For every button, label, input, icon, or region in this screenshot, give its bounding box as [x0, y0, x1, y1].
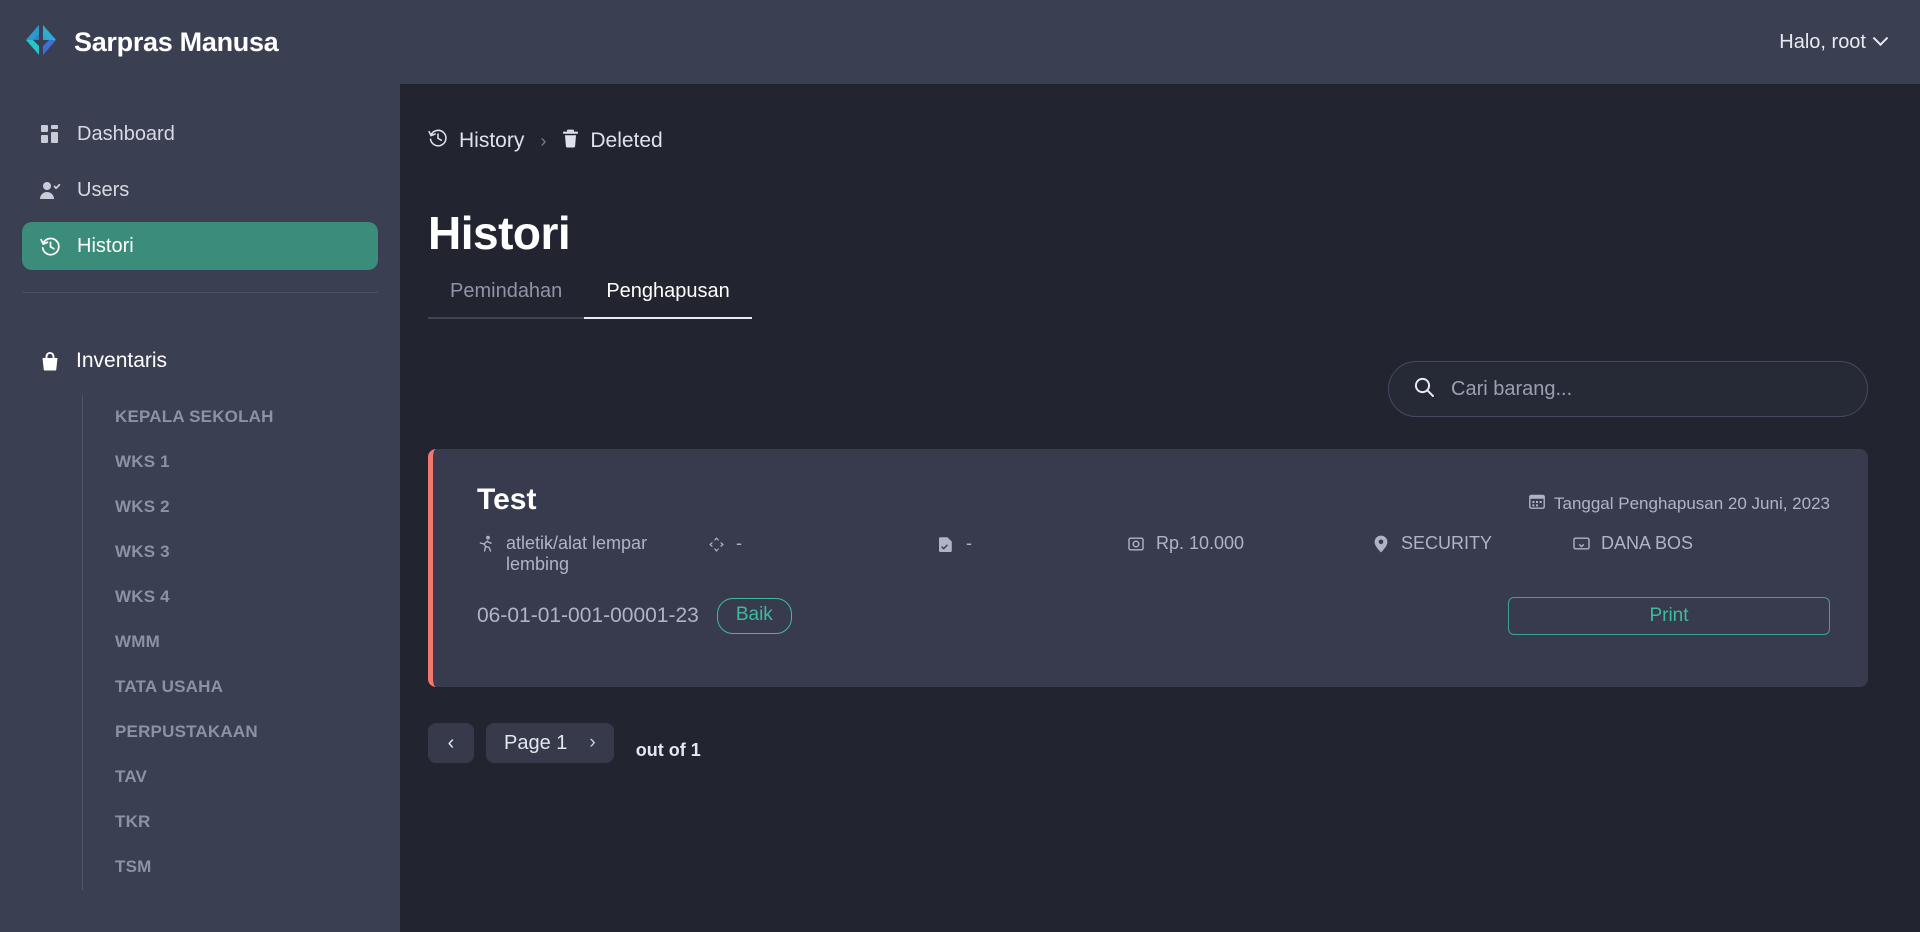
sidebar-item-label: Dashboard — [77, 122, 175, 145]
grid-dashboard-icon — [39, 123, 61, 145]
sidebar-item-label: Histori — [77, 234, 134, 257]
meta-location: SECURITY — [1372, 533, 1572, 554]
sidebar-subitem-wmm[interactable]: WMM — [115, 620, 378, 665]
tab-pemindahan[interactable]: Pemindahan — [428, 270, 585, 319]
card-date-label: Tanggal Penghapusan 20 Juni, 2023 — [1553, 493, 1830, 513]
breadcrumb-separator: › — [540, 130, 547, 151]
sidebar-subitem-wks-4[interactable]: WKS 4 — [115, 575, 378, 620]
print-button[interactable]: Print — [1508, 597, 1830, 635]
sidebar-subitem-tata-usaha[interactable]: TATA USAHA — [115, 665, 378, 710]
document-check-icon — [937, 533, 955, 553]
search-row — [428, 361, 1868, 417]
photo-icon — [1127, 533, 1145, 553]
sidebar-group-label: Inventaris — [76, 349, 168, 372]
running-person-icon — [477, 533, 495, 553]
meta-value: SECURITY — [1401, 533, 1493, 553]
search-input[interactable] — [1451, 377, 1843, 401]
card-meta-row: atletik/alat lempar lembing - - Rp. 10.0… — [477, 533, 1830, 575]
history-clock-icon — [39, 235, 61, 257]
sidebar-subitem-wks-2[interactable]: WKS 2 — [115, 485, 378, 530]
tabs: Pemindahan Penghapusan — [428, 270, 1868, 319]
sidebar-group-inventaris[interactable]: Inventaris — [22, 349, 378, 373]
sidebar-sublist: KEPALA SEKOLAH WKS 1 WKS 2 WKS 3 WKS 4 W… — [82, 395, 378, 890]
breadcrumb-label: History — [459, 129, 525, 152]
bag-icon — [39, 350, 61, 372]
sidebar-item-histori[interactable]: Histori — [22, 222, 378, 270]
brand-name: Sarpras Manusa — [74, 26, 279, 57]
breadcrumb-item-deleted[interactable]: Deleted — [562, 129, 663, 154]
next-page-button[interactable]: › — [589, 732, 595, 754]
app-root: Sarpras Manusa Halo, root Dashboard User… — [0, 0, 1920, 932]
meta-category: atletik/alat lempar lembing — [477, 533, 707, 575]
card-bottom-row: 06-01-01-001-00001-23 Baik Print — [477, 597, 1830, 635]
main-content: History › Deleted Histori Pemindahan Pen… — [400, 84, 1920, 932]
sidebar-divider — [22, 292, 378, 293]
sidebar-subitem-tkr[interactable]: TKR — [115, 800, 378, 845]
meta-value: atletik/alat lempar lembing — [506, 533, 648, 574]
meta-value: - — [736, 533, 742, 553]
sidebar-item-users[interactable]: Users — [22, 166, 378, 214]
sidebar-subitem-wks-3[interactable]: WKS 3 — [115, 530, 378, 575]
user-menu-button[interactable]: Halo, root — [1779, 29, 1889, 54]
search-icon — [1413, 376, 1435, 403]
meta-funding-source: DANA BOS — [1572, 533, 1772, 554]
meta-document: - — [937, 533, 1127, 554]
user-menu-label: Halo, root — [1779, 30, 1866, 53]
current-page-button[interactable]: Page 1 › — [486, 723, 614, 763]
meta-price: Rp. 10.000 — [1127, 533, 1372, 554]
brand[interactable]: Sarpras Manusa — [22, 21, 279, 64]
body: Dashboard Users Histori Inventaris KEPAL… — [0, 84, 1920, 932]
sidebar-item-dashboard[interactable]: Dashboard — [22, 110, 378, 158]
history-clock-icon — [428, 128, 448, 154]
pagination: ‹ Page 1 › out of 1 — [428, 723, 1868, 763]
chevron-down-icon — [1872, 29, 1889, 46]
tab-penghapusan[interactable]: Penghapusan — [584, 270, 752, 319]
calendar-icon — [1529, 493, 1545, 514]
current-page-label: Page 1 — [504, 731, 568, 754]
sidebar: Dashboard Users Histori Inventaris KEPAL… — [0, 84, 400, 932]
card-title: Test — [477, 483, 537, 516]
history-card: Test Tanggal Penghapusan 20 Juni, 2023 a… — [428, 449, 1868, 687]
prev-page-button[interactable]: ‹ — [428, 723, 474, 763]
card-header: Test Tanggal Penghapusan 20 Juni, 2023 — [477, 483, 1830, 517]
user-check-icon — [39, 179, 61, 201]
sidebar-subitem-wks-1[interactable]: WKS 1 — [115, 440, 378, 485]
page-title: Histori — [428, 207, 571, 259]
monitor-icon — [1572, 533, 1590, 553]
item-code: 06-01-01-001-00001-23 — [477, 604, 699, 627]
trash-icon — [562, 129, 579, 154]
breadcrumb-item-history[interactable]: History — [428, 128, 524, 154]
move-arrows-icon — [707, 533, 725, 553]
card-deletion-date: Tanggal Penghapusan 20 Juni, 2023 — [1529, 483, 1830, 514]
meta-value: - — [966, 533, 972, 553]
top-bar: Sarpras Manusa Halo, root — [0, 0, 1920, 84]
sidebar-item-label: Users — [77, 178, 130, 201]
meta-value: DANA BOS — [1601, 533, 1694, 553]
breadcrumb-label: Deleted — [590, 129, 663, 152]
meta-value: Rp. 10.000 — [1156, 533, 1245, 553]
status-badge: Baik — [716, 598, 792, 634]
page-count-label: out of 1 — [635, 739, 701, 760]
sidebar-subitem-tav[interactable]: TAV — [115, 755, 378, 800]
sidebar-subitem-tsm[interactable]: TSM — [115, 845, 378, 890]
diamond-chevron-logo-icon — [22, 21, 60, 64]
meta-quantity: - — [707, 533, 937, 554]
breadcrumb: History › Deleted — [428, 128, 1868, 154]
location-pin-icon — [1372, 533, 1390, 553]
sidebar-subitem-kepala-sekolah[interactable]: KEPALA SEKOLAH — [115, 395, 378, 440]
sidebar-subitem-perpustakaan[interactable]: PERPUSTAKAAN — [115, 710, 378, 755]
search-box[interactable] — [1388, 361, 1868, 417]
